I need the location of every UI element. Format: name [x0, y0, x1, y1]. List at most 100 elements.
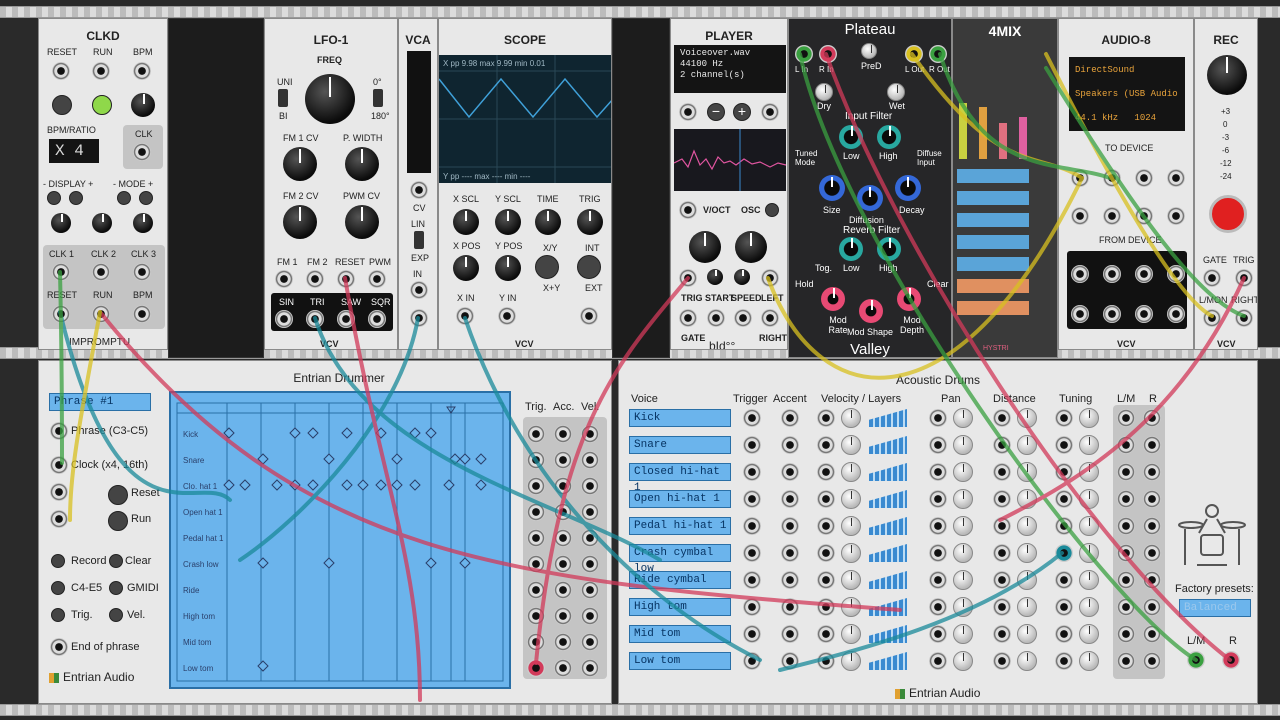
distance-jack[interactable]: [993, 409, 1011, 427]
trigger-jack[interactable]: [743, 544, 761, 562]
accent-jack[interactable]: [781, 436, 799, 454]
distance-knob[interactable]: [1017, 516, 1037, 536]
end-of-phrase-jack[interactable]: [50, 638, 68, 656]
sample-rate[interactable]: 44.1 kHz: [1075, 113, 1118, 123]
audio-device-display[interactable]: DirectSound Speakers (USB Audio 44.1 kHz…: [1069, 57, 1185, 131]
bpm-knob[interactable]: [131, 93, 155, 117]
r-out-jack[interactable]: [1143, 598, 1161, 616]
tuning-jack[interactable]: [1055, 598, 1073, 616]
clock-jack[interactable]: [50, 456, 68, 474]
voice-select[interactable]: Low tom: [629, 652, 731, 670]
mod-rate-knob[interactable]: [821, 287, 845, 311]
sqr-jack[interactable]: [368, 310, 386, 328]
tuning-knob[interactable]: [1079, 462, 1099, 482]
lm-out-jack[interactable]: [1117, 625, 1135, 643]
lm-out-jack[interactable]: [1117, 463, 1135, 481]
drum-acc-jack[interactable]: [554, 451, 572, 469]
distance-knob[interactable]: [1017, 435, 1037, 455]
voice-select[interactable]: Ride cymbal: [629, 571, 731, 589]
trigger-jack[interactable]: [743, 463, 761, 481]
int-ext-button[interactable]: [577, 255, 601, 279]
pan-jack[interactable]: [929, 652, 947, 670]
accent-jack[interactable]: [781, 598, 799, 616]
distance-knob[interactable]: [1017, 543, 1037, 563]
distance-jack[interactable]: [993, 544, 1011, 562]
predelay-knob[interactable]: [861, 43, 877, 59]
pan-jack[interactable]: [929, 490, 947, 508]
out-jack[interactable]: [410, 309, 428, 327]
tuning-knob[interactable]: [1079, 435, 1099, 455]
velocity-jack[interactable]: [817, 625, 835, 643]
vel-mode-button[interactable]: [109, 608, 123, 622]
velocity-jack[interactable]: [817, 409, 835, 427]
gate-jack[interactable]: [679, 309, 697, 327]
drum-trig-jack[interactable]: [527, 425, 545, 443]
mode-plus-button[interactable]: [139, 191, 153, 205]
drum-vel-jack[interactable]: [581, 555, 599, 573]
tuning-jack[interactable]: [1055, 517, 1073, 535]
freq-knob[interactable]: [305, 74, 355, 124]
trigger-jack[interactable]: [743, 625, 761, 643]
mode-minus-button[interactable]: [117, 191, 131, 205]
velocity-knob[interactable]: [841, 543, 861, 563]
tuning-knob[interactable]: [1079, 570, 1099, 590]
block-size[interactable]: 1024: [1134, 113, 1156, 123]
drum-trig-jack[interactable]: [527, 581, 545, 599]
osc-button[interactable]: [765, 203, 779, 217]
to-device-jack-2[interactable]: [1103, 169, 1121, 187]
trigger-jack[interactable]: [743, 517, 761, 535]
tri-jack[interactable]: [306, 310, 324, 328]
velocity-knob[interactable]: [841, 570, 861, 590]
trigger-jack[interactable]: [743, 490, 761, 508]
drum-vel-jack[interactable]: [581, 451, 599, 469]
clk3-jack[interactable]: [133, 263, 151, 281]
distance-jack[interactable]: [993, 625, 1011, 643]
tuning-jack[interactable]: [1055, 463, 1073, 481]
tuning-jack[interactable]: [1055, 571, 1073, 589]
voice-select[interactable]: Closed hi-hat 1: [629, 463, 731, 494]
clk-jack[interactable]: [133, 143, 151, 161]
speed-trim-knob[interactable]: [734, 269, 750, 285]
run-out-jack[interactable]: [92, 305, 110, 323]
dry-knob[interactable]: [815, 83, 833, 101]
r-out-jack[interactable]: [1143, 409, 1161, 427]
channel-controls[interactable]: [957, 279, 1029, 323]
drum-acc-jack[interactable]: [554, 477, 572, 495]
reverb-high-knob[interactable]: [877, 237, 901, 261]
r-out-jack[interactable]: [1143, 571, 1161, 589]
pan-jack[interactable]: [929, 544, 947, 562]
accent-jack[interactable]: [781, 463, 799, 481]
distance-knob[interactable]: [1017, 462, 1037, 482]
reset-out-jack[interactable]: [52, 305, 70, 323]
voct-jack[interactable]: [679, 201, 697, 219]
pan-knob[interactable]: [953, 435, 973, 455]
lm-out-jack[interactable]: [1117, 436, 1135, 454]
clear-button[interactable]: [109, 554, 123, 568]
tuning-knob[interactable]: [1079, 651, 1099, 671]
ext-jack[interactable]: [580, 307, 598, 325]
pan-knob[interactable]: [953, 543, 973, 563]
drum-vel-jack[interactable]: [581, 425, 599, 443]
next-jack[interactable]: [761, 103, 779, 121]
xpos-knob[interactable]: [453, 255, 479, 281]
run-jack[interactable]: [50, 510, 68, 528]
drum-trig-jack[interactable]: [527, 451, 545, 469]
wet-knob[interactable]: [887, 83, 905, 101]
to-device-jack-7[interactable]: [1135, 207, 1153, 225]
xscl-knob[interactable]: [453, 209, 479, 235]
pan-knob[interactable]: [953, 408, 973, 428]
distance-knob[interactable]: [1017, 570, 1037, 590]
velocity-jack[interactable]: [817, 490, 835, 508]
drum-trig-jack[interactable]: [527, 555, 545, 573]
trigger-jack[interactable]: [743, 436, 761, 454]
tuning-jack[interactable]: [1055, 490, 1073, 508]
fm2-jack[interactable]: [306, 270, 324, 288]
trig-jack[interactable]: [1235, 269, 1253, 287]
reset-jack[interactable]: [50, 483, 68, 501]
distance-knob[interactable]: [1017, 651, 1037, 671]
lm-out-jack[interactable]: [1117, 598, 1135, 616]
minus-button[interactable]: −: [707, 103, 725, 121]
trigger-jack[interactable]: [743, 598, 761, 616]
gate-jack[interactable]: [1203, 269, 1221, 287]
pan-knob[interactable]: [953, 570, 973, 590]
